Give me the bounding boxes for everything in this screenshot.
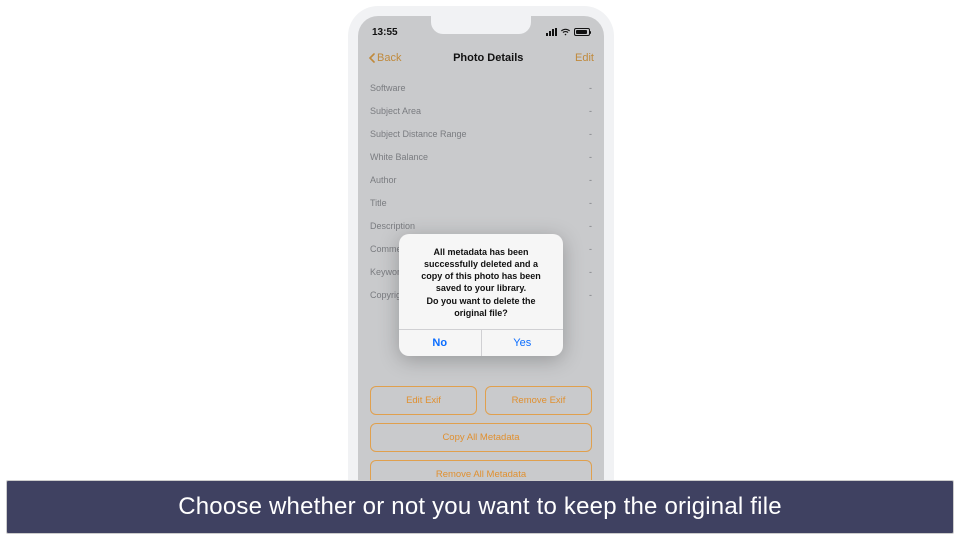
phone-frame: 13:55 Back Photo Details Edit Software- … bbox=[348, 6, 614, 528]
phone-screen: 13:55 Back Photo Details Edit Software- … bbox=[358, 16, 604, 518]
caption-text: Choose whether or not you want to keep t… bbox=[178, 493, 782, 521]
notch bbox=[431, 16, 531, 34]
battery-icon bbox=[574, 28, 590, 36]
alert-dialog: All metadata has been successfully delet… bbox=[399, 234, 563, 356]
signal-icon bbox=[546, 28, 557, 36]
caption-bar: Choose whether or not you want to keep t… bbox=[6, 480, 954, 534]
wifi-icon bbox=[560, 28, 571, 36]
alert-message: All metadata has been successfully delet… bbox=[399, 234, 563, 329]
status-time: 13:55 bbox=[372, 27, 398, 38]
alert-yes-button[interactable]: Yes bbox=[482, 330, 564, 356]
alert-buttons: No Yes bbox=[399, 329, 563, 356]
status-icons bbox=[546, 28, 590, 36]
alert-no-button[interactable]: No bbox=[399, 330, 482, 356]
